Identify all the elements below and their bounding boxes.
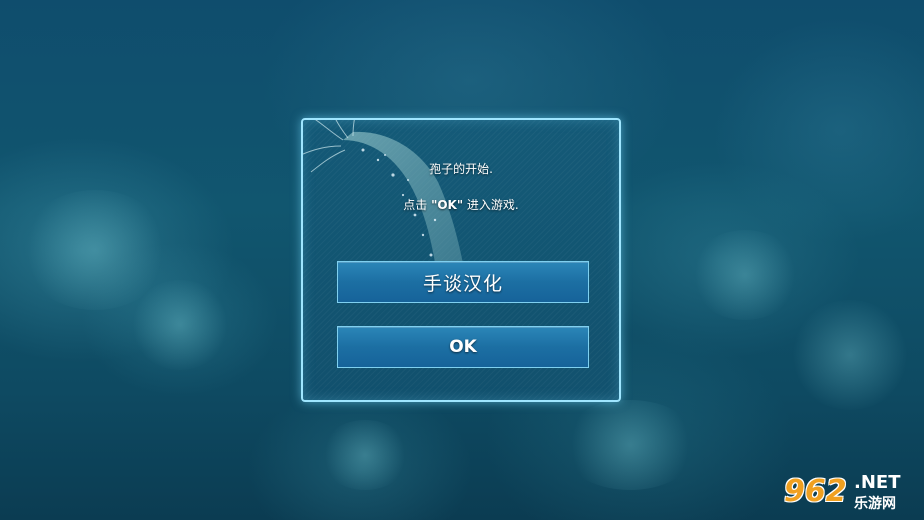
site-watermark-logo: 962 .NET 乐游网 [784,472,918,514]
watermark-site-name: 乐游网 [854,496,896,512]
instruction-suffix: 进入游戏. [463,198,519,212]
bg-spore-blob [320,420,410,490]
watermark-net: .NET [854,472,901,493]
bg-spore-blob [560,400,700,490]
instruction-prefix: 点击 [403,198,432,212]
ok-button-label: OK [449,337,477,357]
bg-spore-blob [690,230,800,320]
ok-button[interactable]: OK [337,326,589,368]
start-dialog: 孢子的开始. 点击 "OK" 进入游戏. 手谈汉化 OK [301,118,621,402]
bg-spore-blob [130,280,230,370]
dialog-message-instruction: 点击 "OK" 进入游戏. [303,196,619,213]
instruction-ok-highlight: "OK" [431,198,464,212]
localization-button-label: 手谈汉化 [422,272,503,295]
watermark-number: 962 [784,474,847,509]
dialog-message-title: 孢子的开始. [429,162,493,176]
bg-spore-blob [790,300,910,410]
localization-button[interactable]: 手谈汉化 [337,261,589,303]
